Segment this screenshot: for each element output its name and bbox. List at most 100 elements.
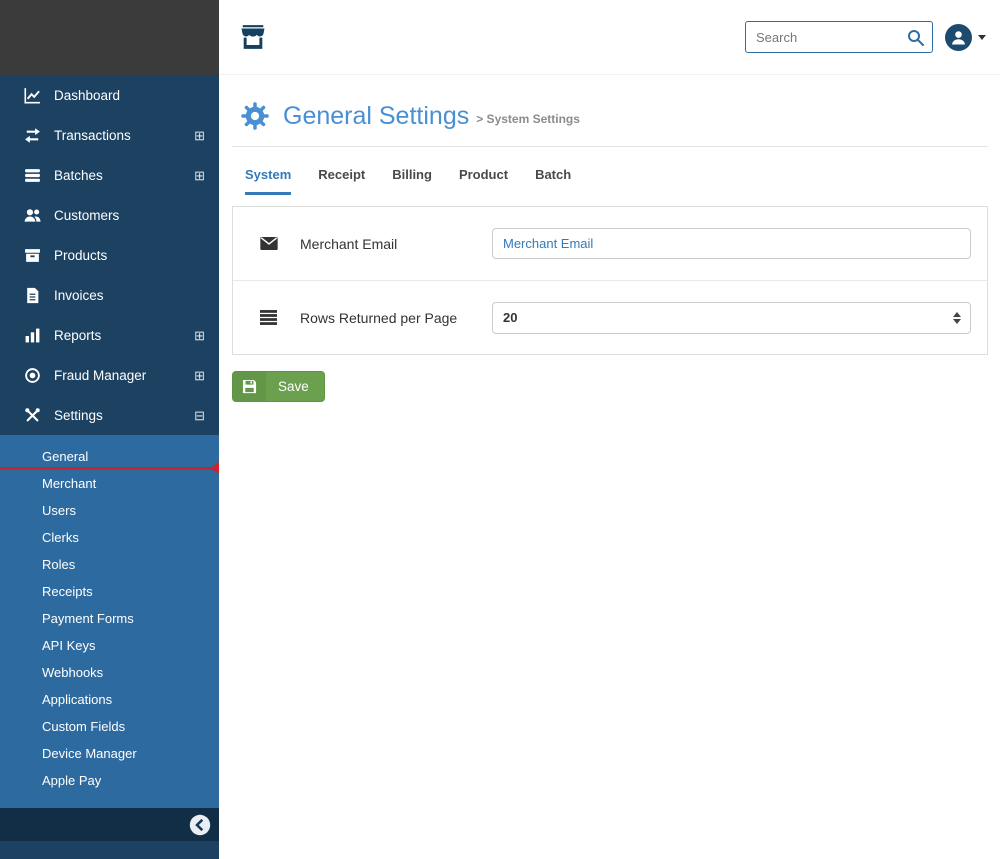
sidebar-item-reports[interactable]: Reports ⊞: [0, 315, 219, 355]
envelope-icon: [260, 237, 280, 250]
search-input[interactable]: [746, 29, 907, 45]
settings-tabs: System Receipt Billing Product Batch: [232, 167, 988, 195]
submenu-item-custom-fields[interactable]: Custom Fields: [0, 713, 219, 740]
invoices-icon: [24, 287, 41, 304]
submenu-item-users[interactable]: Users: [0, 497, 219, 524]
sidebar-item-label: Reports: [54, 327, 102, 343]
submenu-item-label: Roles: [42, 557, 76, 572]
tab-product[interactable]: Product: [459, 167, 508, 195]
settings-submenu: General Merchant Users Clerks Roles Rece…: [0, 435, 219, 808]
sidebar-item-fraud-manager[interactable]: Fraud Manager ⊞: [0, 355, 219, 395]
user-avatar-icon: [945, 23, 972, 51]
submenu-item-label: API Keys: [42, 638, 96, 653]
rows-per-page-select[interactable]: 20: [492, 301, 971, 334]
sidebar-nav: Dashboard Transactions ⊞ Batches ⊞ Custo…: [0, 75, 219, 435]
submenu-item-label: Device Manager: [42, 746, 137, 761]
submenu-item-label: Applications: [42, 692, 113, 707]
title-divider: [232, 146, 988, 147]
selected-value: 20: [503, 310, 518, 325]
merchant-email-label: Merchant Email: [300, 235, 398, 252]
sidebar-item-label: Customers: [54, 207, 120, 223]
submenu-item-label: Receipts: [42, 584, 93, 599]
main-content: General Settings > System Settings Syste…: [219, 75, 1000, 859]
rows-per-page-label: Rows Returned per Page: [300, 309, 458, 326]
submenu-item-merchant[interactable]: Merchant: [0, 470, 219, 497]
sidebar: Dashboard Transactions ⊞ Batches ⊞ Custo…: [0, 0, 219, 859]
page-title-row: General Settings > System Settings: [232, 101, 988, 131]
sidebar-item-customers[interactable]: Customers: [0, 195, 219, 235]
gear-icon: [240, 101, 270, 131]
save-floppy-icon: [233, 372, 266, 401]
expand-plus-icon[interactable]: ⊞: [194, 129, 205, 142]
tab-batch[interactable]: Batch: [535, 167, 571, 195]
submenu-item-clerks[interactable]: Clerks: [0, 524, 219, 551]
expand-plus-icon[interactable]: ⊞: [194, 169, 205, 182]
rows-per-page-row: Rows Returned per Page 20: [233, 280, 987, 354]
submenu-item-receipts[interactable]: Receipts: [0, 578, 219, 605]
save-button[interactable]: Save: [232, 371, 325, 402]
sidebar-footer: [0, 808, 219, 841]
top-header: [219, 0, 1000, 75]
sidebar-item-settings[interactable]: Settings ⊟: [0, 395, 219, 435]
user-menu[interactable]: [945, 23, 986, 51]
submenu-item-label: Custom Fields: [42, 719, 126, 734]
chevron-down-icon: [978, 34, 986, 40]
expand-plus-icon[interactable]: ⊞: [194, 369, 205, 382]
submenu-item-label: Merchant: [42, 476, 97, 491]
submenu-item-label: Apple Pay: [42, 773, 102, 788]
settings-tools-icon: [24, 407, 41, 424]
rows-list-icon: [260, 310, 280, 325]
dashboard-icon: [24, 87, 41, 104]
sidebar-item-label: Settings: [54, 407, 103, 423]
breadcrumb: > System Settings: [476, 112, 580, 126]
sidebar-collapse-button[interactable]: [189, 814, 211, 836]
sidebar-item-label: Products: [54, 247, 108, 263]
app: Dashboard Transactions ⊞ Batches ⊞ Custo…: [0, 0, 1000, 859]
products-icon: [24, 247, 41, 264]
tab-system[interactable]: System: [245, 167, 292, 195]
submenu-item-general[interactable]: General: [0, 443, 219, 474]
merchant-email-input[interactable]: [492, 228, 971, 259]
sidebar-item-label: Fraud Manager: [54, 367, 147, 383]
sidebar-logo-area: [0, 0, 219, 75]
storefront-icon[interactable]: [240, 25, 266, 49]
sidebar-item-label: Dashboard: [54, 87, 121, 103]
sidebar-item-label: Transactions: [54, 127, 131, 143]
sidebar-item-invoices[interactable]: Invoices: [0, 275, 219, 315]
sidebar-item-batches[interactable]: Batches ⊞: [0, 155, 219, 195]
collapse-minus-icon[interactable]: ⊟: [194, 409, 205, 422]
submenu-item-label: General: [42, 449, 89, 464]
submenu-item-apple-pay[interactable]: Apple Pay: [0, 767, 219, 794]
settings-form-panel: Merchant Email Rows Returned per Page 20: [232, 206, 988, 355]
tab-billing[interactable]: Billing: [392, 167, 432, 195]
submenu-item-payment-forms[interactable]: Payment Forms: [0, 605, 219, 632]
submenu-item-device-manager[interactable]: Device Manager: [0, 740, 219, 767]
sidebar-item-transactions[interactable]: Transactions ⊞: [0, 115, 219, 155]
submenu-item-label: Webhooks: [42, 665, 104, 680]
select-arrows-icon: [953, 311, 961, 324]
reports-icon: [24, 327, 41, 344]
tab-receipt[interactable]: Receipt: [318, 167, 365, 195]
transactions-icon: [24, 127, 41, 144]
search-box: [745, 21, 933, 53]
submenu-item-api-keys[interactable]: API Keys: [0, 632, 219, 659]
submenu-item-roles[interactable]: Roles: [0, 551, 219, 578]
sidebar-item-label: Invoices: [54, 287, 104, 303]
customers-icon: [24, 207, 41, 224]
submenu-item-webhooks[interactable]: Webhooks: [0, 659, 219, 686]
sidebar-item-label: Batches: [54, 167, 103, 183]
submenu-item-label: Users: [42, 503, 76, 518]
save-button-label: Save: [278, 379, 309, 394]
submenu-item-label: Clerks: [42, 530, 79, 545]
page-title: General Settings: [283, 101, 470, 130]
batches-icon: [24, 167, 41, 184]
sidebar-bottom-strip: [0, 841, 219, 859]
arrow-left-circle-icon: [189, 814, 211, 836]
sidebar-item-products[interactable]: Products: [0, 235, 219, 275]
submenu-item-label: Payment Forms: [42, 611, 134, 626]
search-icon[interactable]: [907, 29, 924, 46]
sidebar-item-dashboard[interactable]: Dashboard: [0, 75, 219, 115]
submenu-item-applications[interactable]: Applications: [0, 686, 219, 713]
expand-plus-icon[interactable]: ⊞: [194, 329, 205, 342]
merchant-email-row: Merchant Email: [233, 207, 987, 280]
